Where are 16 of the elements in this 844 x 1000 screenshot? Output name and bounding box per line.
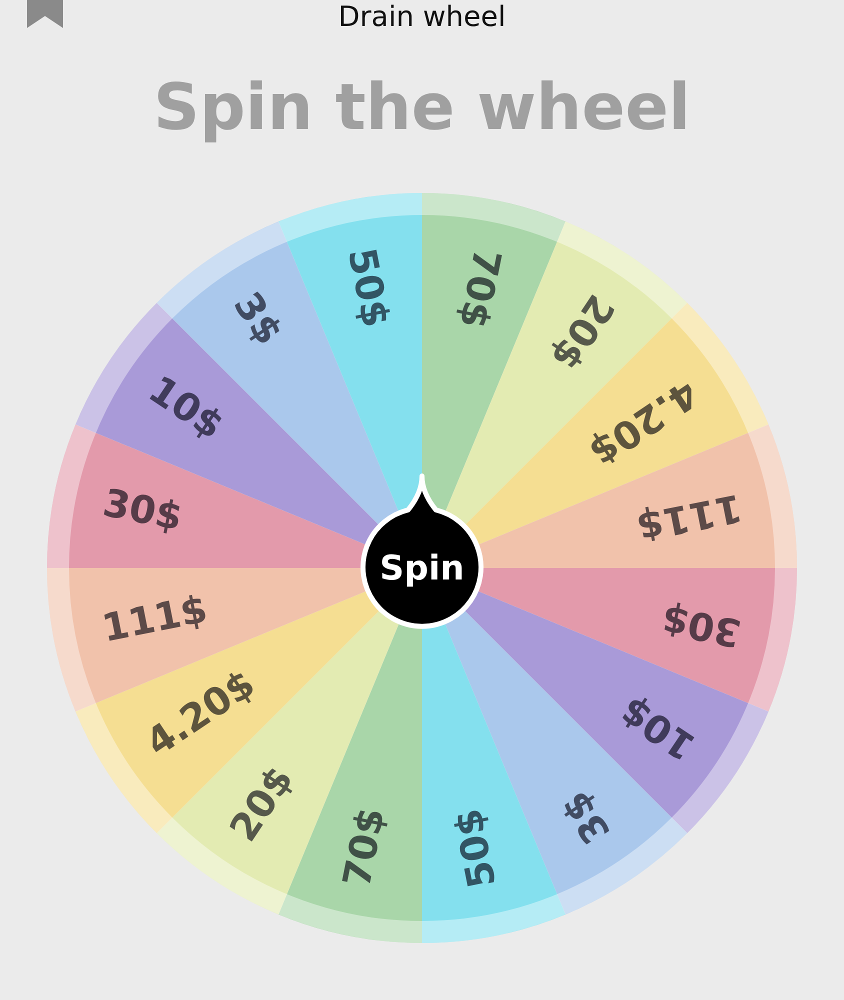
- screen-title: Drain wheel: [338, 0, 506, 34]
- segment-label: 111$: [98, 586, 211, 650]
- segment-label: 70$: [450, 245, 510, 332]
- bookmark-icon[interactable]: [27, 0, 63, 28]
- segment-label: 10$: [612, 688, 703, 770]
- heading: Spin the wheel: [154, 70, 690, 147]
- segment-label: 50$: [340, 244, 398, 331]
- segment-label: 3$: [225, 284, 292, 353]
- segment-label: 30$: [99, 480, 186, 540]
- spin-button[interactable]: Spin: [360, 474, 484, 629]
- segment-label: 50$: [446, 805, 504, 892]
- segment-label: 70$: [334, 804, 394, 891]
- segment-label: 111$: [633, 486, 746, 550]
- segment-label: 30$: [658, 596, 745, 656]
- segment-label: 10$: [141, 366, 232, 448]
- segment-label: 3$: [552, 783, 619, 852]
